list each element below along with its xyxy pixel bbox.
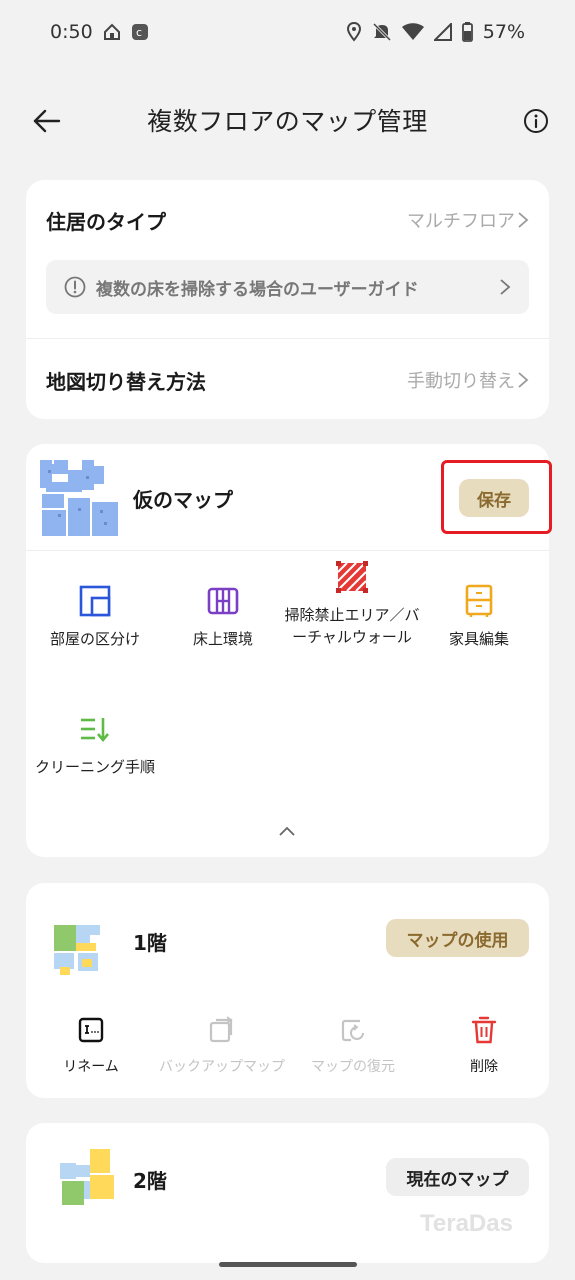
floor1-map-thumbnail [54,925,100,975]
tool-label: 家具編集 [448,630,509,648]
action-label: バックアップマップ [159,1059,285,1075]
info-icon[interactable] [523,108,549,134]
tool-floor-environment[interactable]: 床上環境 [158,584,288,650]
map-switch-label: 地図切り替え方法 [46,369,206,394]
chevron-right-icon [518,212,529,228]
tool-no-go-zone[interactable]: 掃除禁止エリア／バーチャルウォール [282,560,422,648]
tool-label: 掃除禁止エリア／バーチャルウォール [284,606,420,646]
signal-icon [433,23,452,41]
restore-map-icon [341,1019,364,1042]
tool-label: 床上環境 [192,630,253,648]
residence-type-value-group: マルチフロア [407,207,529,233]
restore-map-action[interactable]: マップの復元 [288,1015,418,1077]
tool-label: クリーニング手順 [34,758,155,776]
furniture-edit-icon [465,584,493,617]
app-header: 複数フロアのマップ管理 [0,84,575,156]
map-switch-value-group: 手動切り替え [407,367,529,393]
chevron-right-icon [500,279,511,295]
page-title: 複数フロアのマップ管理 [147,107,428,136]
divider [26,338,549,339]
map-switch-method-row[interactable]: 地図切り替え方法 手動切り替え [26,360,549,400]
tool-room-divide[interactable]: 部屋の区分け [30,584,160,650]
guide-text: 複数の床を掃除する場合のユーザーガイド [96,279,419,300]
use-map-button[interactable]: マップの使用 [386,919,529,957]
cleaning-sequence-icon [81,718,109,743]
action-label: マップの復元 [311,1059,395,1075]
temporary-map-thumbnail [40,460,118,536]
status-bar: 0:50 c 57% [0,0,575,64]
map-switch-value: 手動切り替え [407,371,515,392]
wifi-icon [401,23,424,40]
multi-floor-guide-link[interactable]: 複数の床を掃除する場合のユーザーガイド [46,260,529,314]
tool-label: 部屋の区分け [49,630,140,648]
back-arrow-icon[interactable] [32,106,62,136]
residence-type-value: マルチフロア [407,211,515,232]
floor2-map-thumbnail [60,1149,114,1205]
home-notification-icon [103,23,120,40]
room-divide-icon [79,585,111,617]
trash-icon [471,1016,497,1044]
residence-type-row[interactable]: 住居のタイプ マルチフロア [26,200,549,240]
watermark-text: TeraDas [420,1210,513,1237]
temporary-map-card: 仮のマップ 保存 部屋の区分け 床上環境 掃除禁止エリア／バーチャルウォール 家… [26,444,552,857]
backup-map-action[interactable]: バックアップマップ [157,1015,287,1077]
app-notification-icon: c [131,24,148,40]
delete-action[interactable]: 削除 [419,1015,549,1077]
residence-type-label: 住居のタイプ [46,209,166,234]
floor1-map-card: 1階 マップの使用 リネーム バックアップマップ マップの復元 削除 [26,883,549,1098]
exclamation-circle-icon [64,276,86,298]
action-label: 削除 [470,1059,498,1075]
temporary-map-name: 仮のマップ [133,488,233,512]
home-indicator[interactable] [219,1262,357,1267]
battery-icon [461,22,473,42]
floor2-map-name: 2階 [133,1169,167,1193]
location-icon [346,22,361,42]
backup-map-icon [209,1016,233,1043]
battery-percent: 57% [482,21,525,43]
floor1-map-name: 1階 [133,931,167,955]
tool-cleaning-sequence[interactable]: クリーニング手順 [30,712,160,778]
floor-environment-icon [207,587,239,615]
chevron-up-icon[interactable] [277,824,297,838]
save-button[interactable]: 保存 [459,479,529,517]
tool-furniture-edit[interactable]: 家具編集 [414,584,544,650]
rename-icon [78,1017,104,1043]
residence-settings-card: 住居のタイプ マルチフロア 複数の床を掃除する場合のユーザーガイド 地図切り替え… [26,180,549,419]
floor2-map-card: 2階 現在のマップ [26,1123,549,1263]
status-time: 0:50 [50,21,93,43]
svg-text:c: c [136,26,142,39]
mute-icon [372,22,391,42]
action-label: リネーム [63,1059,119,1075]
current-map-badge: 現在のマップ [386,1158,529,1196]
chevron-right-icon [518,372,529,388]
divider [26,550,549,551]
rename-action[interactable]: リネーム [26,1015,156,1077]
no-go-zone-icon [336,561,368,593]
